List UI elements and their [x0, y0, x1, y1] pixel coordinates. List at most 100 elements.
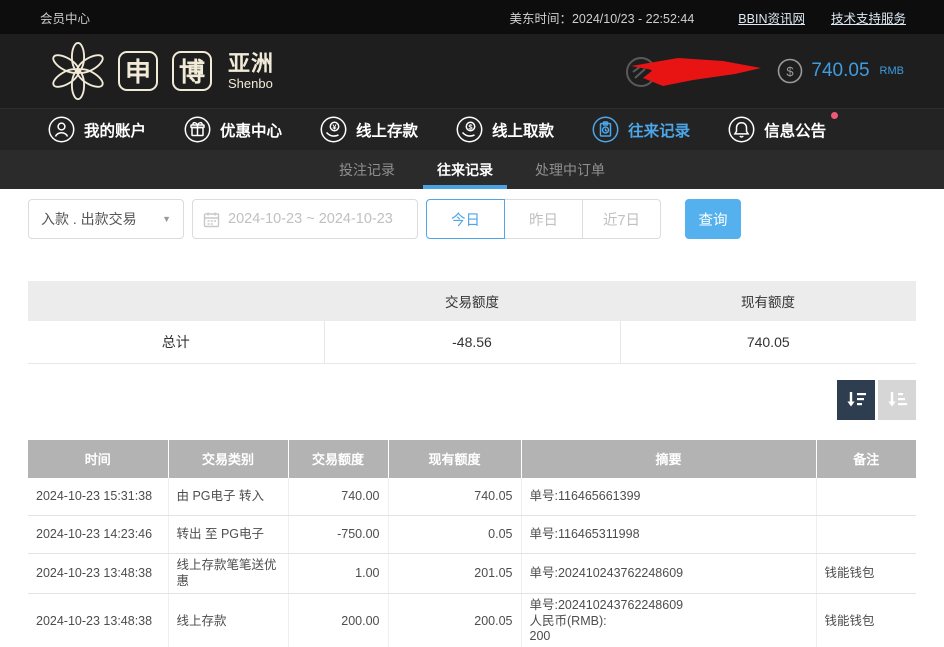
username-redacted	[623, 48, 763, 94]
cell-balance: 200.05	[388, 594, 521, 647]
eastern-time-label: 美东时间：2024/10/23 - 22:52:44	[509, 8, 694, 27]
table-row: 2024-10-23 15:31:38 由 PG电子 转入 740.00 740…	[28, 478, 916, 516]
tab-transaction-records[interactable]: 往来记录	[423, 150, 507, 189]
flower-logo-icon	[48, 41, 108, 101]
summary-total-label: 总计	[28, 321, 324, 363]
cell-amount: -750.00	[288, 516, 388, 554]
cell-balance: 0.05	[388, 516, 521, 554]
notification-badge	[831, 112, 838, 119]
records-icon	[592, 116, 619, 143]
summary-header-empty	[28, 281, 324, 321]
cell-type: 线上存款笔笔送优惠	[168, 554, 288, 594]
main-content: 入款 . 出款交易 ▼ 2024-10-23 ~ 2024-10-23 今日 昨…	[0, 189, 944, 647]
nav-label: 优惠中心	[220, 119, 282, 141]
logo-subtitle: Shenbo	[228, 77, 274, 90]
cell-note	[816, 478, 916, 516]
nav-online-withdraw[interactable]: $ 线上取款	[456, 116, 554, 143]
balance-display: $ 740.05 RMB	[777, 58, 904, 84]
tab-label: 往来记录	[437, 160, 493, 180]
tab-label: 投注记录	[339, 160, 395, 180]
cell-balance: 201.05	[388, 554, 521, 594]
summary-total-balance: 740.05	[620, 321, 916, 363]
quick-date-button-group: 今日 昨日 近7日	[426, 199, 661, 239]
shenbo-logo[interactable]: 申 博 亚洲 Shenbo	[48, 41, 274, 101]
summary-table: 交易额度 现有额度 总计 -48.56 740.05	[28, 281, 916, 364]
cell-time: 2024-10-23 15:31:38	[28, 478, 168, 516]
search-button[interactable]: 查询	[685, 199, 741, 239]
cell-type: 由 PG电子 转入	[168, 478, 288, 516]
table-row: 2024-10-23 13:48:38 线上存款笔笔送优惠 1.00 201.0…	[28, 554, 916, 594]
col-amount: 交易额度	[288, 440, 388, 478]
user-icon	[48, 116, 75, 143]
cell-note: 钱能钱包	[816, 594, 916, 647]
table-row: 2024-10-23 13:48:38 线上存款 200.00 200.05 单…	[28, 594, 916, 647]
gift-icon	[184, 116, 211, 143]
cell-note	[816, 516, 916, 554]
cell-type: 线上存款	[168, 594, 288, 647]
summary-total-row: 总计 -48.56 740.05	[28, 321, 916, 363]
tech-support-link[interactable]: 技术支持服务	[831, 8, 906, 27]
sort-descending-icon	[844, 388, 868, 412]
records-header-row: 时间 交易类别 交易额度 现有额度 摘要 备注	[28, 440, 916, 478]
nav-online-deposit[interactable]: ¥ 线上存款	[320, 116, 418, 143]
table-row: 2024-10-23 14:23:46 转出 至 PG电子 -750.00 0.…	[28, 516, 916, 554]
bell-icon	[728, 116, 755, 143]
nav-announcements[interactable]: 信息公告	[728, 116, 826, 143]
deposit-icon: ¥	[320, 116, 347, 143]
cell-summary: 单号:116465311998	[521, 516, 816, 554]
col-balance: 现有额度	[388, 440, 521, 478]
yesterday-button[interactable]: 昨日	[504, 199, 583, 239]
transaction-records-table: 时间 交易类别 交易额度 现有额度 摘要 备注 2024-10-23 15:31…	[28, 440, 916, 647]
logo-char-shen: 申	[118, 51, 158, 91]
bbin-news-link[interactable]: BBIN资讯网	[738, 8, 805, 27]
sort-descending-button[interactable]	[837, 380, 875, 420]
withdraw-icon: $	[456, 116, 483, 143]
top-bar: 会员中心 美东时间：2024/10/23 - 22:52:44 BBIN资讯网 …	[0, 0, 944, 34]
summary-header-balance: 现有额度	[620, 281, 916, 321]
cell-amount: 740.00	[288, 478, 388, 516]
nav-label: 线上存款	[356, 119, 418, 141]
transaction-type-select[interactable]: 入款 . 出款交易 ▼	[28, 199, 184, 239]
sort-controls	[28, 380, 916, 420]
summary-header-transaction: 交易额度	[324, 281, 620, 321]
logo-char-bo: 博	[172, 51, 212, 91]
records-sub-navigation: 投注记录 往来记录 处理中订单	[0, 150, 944, 189]
nav-promotions[interactable]: 优惠中心	[184, 116, 282, 143]
member-center-title: 会员中心	[40, 8, 90, 27]
tab-betting-records[interactable]: 投注记录	[325, 150, 409, 189]
svg-text:$: $	[787, 64, 795, 79]
col-summary: 摘要	[521, 440, 816, 478]
cell-summary: 单号:202410243762248609 人民币(RMB): 200	[521, 594, 816, 647]
site-header: 申 博 亚洲 Shenbo $ 740.05 RMB	[0, 34, 944, 108]
dollar-coin-icon: $	[777, 58, 803, 84]
col-note: 备注	[816, 440, 916, 478]
nav-my-account[interactable]: 我的账户	[48, 116, 146, 143]
summary-total-transaction: -48.56	[324, 321, 620, 363]
calendar-icon	[203, 211, 220, 228]
cell-time: 2024-10-23 13:48:38	[28, 594, 168, 647]
date-range-value: 2024-10-23 ~ 2024-10-23	[228, 211, 393, 227]
cell-summary: 单号:116465661399	[521, 478, 816, 516]
select-value: 入款 . 出款交易	[41, 209, 137, 229]
nav-transaction-records[interactable]: 往来记录	[592, 116, 690, 143]
today-button[interactable]: 今日	[426, 199, 505, 239]
balance-amount: 740.05	[811, 60, 869, 82]
nav-label: 信息公告	[764, 119, 826, 141]
cell-amount: 200.00	[288, 594, 388, 647]
nav-label: 往来记录	[628, 119, 690, 141]
chevron-down-icon: ▼	[162, 214, 171, 224]
cell-type: 转出 至 PG电子	[168, 516, 288, 554]
sort-ascending-icon	[885, 388, 909, 412]
cell-time: 2024-10-23 14:23:46	[28, 516, 168, 554]
last-7-days-button[interactable]: 近7日	[582, 199, 661, 239]
sort-ascending-button[interactable]	[878, 380, 916, 420]
col-type: 交易类别	[168, 440, 288, 478]
tab-label: 处理中订单	[535, 160, 605, 180]
cell-time: 2024-10-23 13:48:38	[28, 554, 168, 594]
tab-processing-orders[interactable]: 处理中订单	[521, 150, 619, 189]
nav-label: 我的账户	[84, 119, 146, 141]
date-range-input[interactable]: 2024-10-23 ~ 2024-10-23	[192, 199, 418, 239]
col-time: 时间	[28, 440, 168, 478]
main-navigation: 我的账户 优惠中心 ¥ 线上存款 $ 线上取款	[0, 108, 944, 150]
filter-toolbar: 入款 . 出款交易 ▼ 2024-10-23 ~ 2024-10-23 今日 昨…	[28, 199, 916, 239]
